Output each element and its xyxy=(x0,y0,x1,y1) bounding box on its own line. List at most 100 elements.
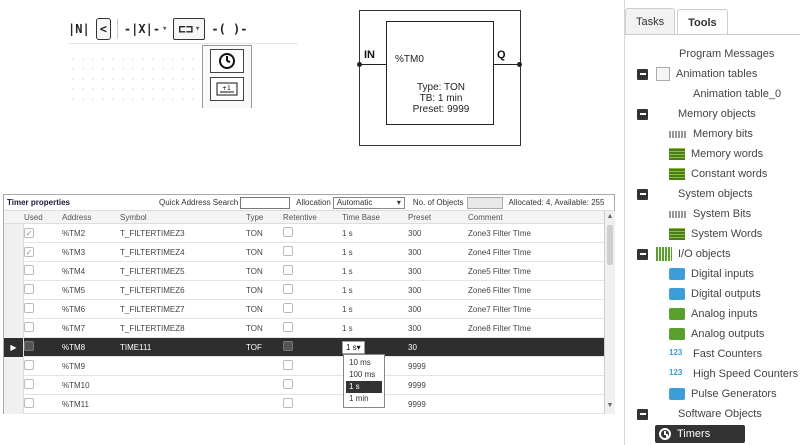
tree-item-digital-outputs[interactable]: Digital outputs xyxy=(637,284,798,304)
tree-item-memory-words[interactable]: Memory words xyxy=(637,144,798,164)
tree-item-constant-words[interactable]: Constant words xyxy=(637,164,798,184)
used-checkbox[interactable] xyxy=(24,341,34,351)
comment-cell[interactable]: Zone7 Filter TIme xyxy=(468,305,604,314)
symbol-cell[interactable]: T_FILTERTIMEZ3 xyxy=(120,229,246,238)
preset-cell[interactable]: 300 xyxy=(408,286,468,295)
scrollbar-thumb[interactable] xyxy=(607,225,613,265)
table-row[interactable]: ✓ %TM2 T_FILTERTIMEZ3 TON 1 s 300 Zone3 Filter… xyxy=(4,223,604,243)
used-checkbox[interactable] xyxy=(24,284,34,294)
used-checkbox[interactable] xyxy=(24,265,34,275)
preset-cell[interactable]: 300 xyxy=(408,305,468,314)
type-cell[interactable]: TON xyxy=(246,286,283,295)
preset-cell[interactable]: 9999 xyxy=(408,362,468,371)
type-cell[interactable]: TON xyxy=(246,248,283,257)
retentive-checkbox[interactable] xyxy=(283,341,293,351)
preset-cell[interactable]: 9999 xyxy=(408,381,468,390)
row-gutter[interactable] xyxy=(4,299,24,319)
collapse-icon[interactable] xyxy=(637,188,648,200)
table-row[interactable]: ✓ %TM3 T_FILTERTIMEZ4 TON 1 s 300 Zone4 Filter… xyxy=(4,242,604,262)
tree-item-timers[interactable]: Timers xyxy=(637,424,798,444)
preset-cell[interactable]: 300 xyxy=(408,267,468,276)
used-checkbox[interactable]: ✓ xyxy=(24,228,34,238)
row-gutter[interactable] xyxy=(4,375,24,395)
coil-group-icon[interactable]: -|X|- ▾ xyxy=(124,18,168,40)
used-checkbox[interactable]: ✓ xyxy=(24,247,34,257)
table-row[interactable]: %TM5 T_FILTERTIMEZ6 TON 1 s 300 Zone6 Filter … xyxy=(4,280,604,300)
tree-item-system-words[interactable]: System Words xyxy=(637,224,798,244)
contact-negated-icon[interactable]: |N| xyxy=(68,18,90,40)
tab-tasks[interactable]: Tasks xyxy=(625,8,676,34)
tab-tools[interactable]: Tools xyxy=(677,9,728,35)
scroll-down-icon[interactable]: ▼ xyxy=(605,401,615,411)
tree-item-animation-tables[interactable]: Animation tables xyxy=(637,64,798,84)
preset-cell[interactable]: 300 xyxy=(408,324,468,333)
column-address[interactable]: Address xyxy=(62,213,120,222)
tree-item-high-speed-counters[interactable]: 123 High Speed Counters xyxy=(637,364,798,384)
type-cell[interactable]: TON xyxy=(246,324,283,333)
timebase-option[interactable]: 100 ms xyxy=(346,369,382,381)
function-block-button[interactable]: ⊏⊐ ▾ xyxy=(173,17,206,40)
timers-selected[interactable]: Timers xyxy=(655,425,745,443)
search-input[interactable] xyxy=(240,196,291,209)
tree-item-program-messages[interactable]: Program Messages xyxy=(637,44,798,64)
type-cell[interactable]: TOF xyxy=(246,343,283,352)
row-gutter[interactable] xyxy=(4,280,24,300)
collapse-icon[interactable] xyxy=(637,408,648,420)
symbol-cell[interactable]: T_FILTERTIMEZ4 xyxy=(120,248,246,257)
row-gutter[interactable] xyxy=(4,223,24,243)
tree-item-system-objects[interactable]: System objects xyxy=(637,184,798,204)
preset-cell[interactable]: 300 xyxy=(408,248,468,257)
comment-cell[interactable]: Zone3 Filter TIme xyxy=(468,229,604,238)
table-row[interactable]: %TM10 9999 xyxy=(4,375,604,395)
retentive-checkbox[interactable] xyxy=(283,303,293,313)
row-gutter[interactable] xyxy=(4,394,24,414)
column-comment[interactable]: Comment xyxy=(468,213,604,222)
objects-input[interactable] xyxy=(466,196,503,209)
type-cell[interactable]: TON xyxy=(246,305,283,314)
symbol-cell[interactable]: T_FILTERTIMEZ8 xyxy=(120,324,246,333)
column-retentive[interactable]: Retentive xyxy=(283,213,342,222)
row-gutter[interactable] xyxy=(4,261,24,281)
retentive-checkbox[interactable] xyxy=(283,360,293,370)
row-gutter[interactable] xyxy=(4,242,24,262)
timebase-option[interactable]: 1 s xyxy=(346,381,382,393)
timer-block[interactable]: %TM0 Type: TON TB: 1 min Preset: 9999 xyxy=(386,21,494,125)
used-checkbox[interactable] xyxy=(24,360,34,370)
scroll-up-icon[interactable]: ▲ xyxy=(605,212,615,222)
preset-cell[interactable]: 9999 xyxy=(408,400,468,409)
tree-item-analog-outputs[interactable]: Analog outputs xyxy=(637,324,798,344)
tree-item-memory-objects[interactable]: Memory objects xyxy=(637,104,798,124)
table-row[interactable]: ▶ %TM8 TIME111 TOF 1 s ▾ 30 xyxy=(4,337,604,357)
table-row[interactable]: %TM4 T_FILTERTIMEZ5 TON 1 s 300 Zone5 Filter … xyxy=(4,261,604,281)
symbol-cell[interactable]: T_FILTERTIMEZ5 xyxy=(120,267,246,276)
table-row[interactable]: %TM9 9999 xyxy=(4,356,604,376)
tree-item-io-objects[interactable]: I/O objects xyxy=(637,244,798,264)
timebase-cell[interactable]: 1 s ▾ xyxy=(342,340,408,354)
comment-cell[interactable]: Zone8 Filter TIme xyxy=(468,324,604,333)
used-checkbox[interactable] xyxy=(24,398,34,408)
tree-item-animation-table-0[interactable]: Animation table_0 xyxy=(637,84,798,104)
table-row[interactable]: %TM7 T_FILTERTIMEZ8 TON 1 s 300 Zone8 Filter … xyxy=(4,318,604,338)
tree-item-system-bits[interactable]: System Bits xyxy=(637,204,798,224)
coil-icon[interactable]: -( )- xyxy=(211,18,247,40)
timebase-select[interactable]: 1 s ▾ xyxy=(342,340,365,354)
timebase-cell[interactable]: 1 s xyxy=(342,324,408,333)
collapse-icon[interactable] xyxy=(637,108,648,120)
used-checkbox[interactable] xyxy=(24,379,34,389)
collapse-icon[interactable] xyxy=(637,68,648,80)
used-checkbox[interactable] xyxy=(24,303,34,313)
preset-cell[interactable]: 300 xyxy=(408,229,468,238)
comment-cell[interactable]: Zone6 Filter TIme xyxy=(468,286,604,295)
column-type[interactable]: Type xyxy=(246,213,283,222)
allocation-select[interactable]: Automatic ▾ xyxy=(332,196,405,209)
column-used[interactable]: Used xyxy=(24,213,62,222)
symbol-cell[interactable]: T_FILTERTIMEZ6 xyxy=(120,286,246,295)
table-row[interactable]: %TM6 T_FILTERTIMEZ7 TON 1 s 300 Zone7 Filter … xyxy=(4,299,604,319)
retentive-checkbox[interactable] xyxy=(283,322,293,332)
timebase-option[interactable]: 1 min xyxy=(346,393,382,405)
timebase-cell[interactable]: 1 s xyxy=(342,229,408,238)
row-gutter[interactable]: ▶ xyxy=(4,337,24,357)
retentive-checkbox[interactable] xyxy=(283,227,293,237)
tree-item-fast-counters[interactable]: 123 Fast Counters xyxy=(637,344,798,364)
symbol-cell[interactable]: TIME111 xyxy=(120,343,246,352)
